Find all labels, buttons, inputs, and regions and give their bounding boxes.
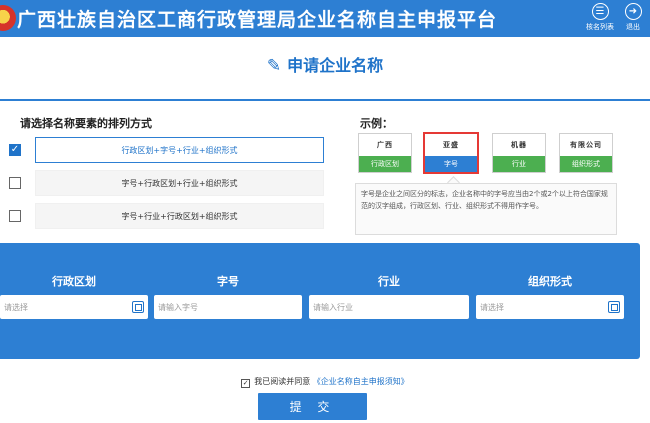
- arrangement-option-label-3[interactable]: 字号+行业+行政区划+组织形式: [35, 203, 324, 229]
- field-label-brand: 字号: [217, 275, 239, 288]
- site-title: 广西壮族自治区工商行政管理局企业名称自主申报平台: [17, 9, 498, 31]
- org-form-select-input[interactable]: [476, 295, 624, 320]
- example-card-org-form[interactable]: 有限公司 组织形式: [559, 133, 613, 173]
- field-brand: 字号: [154, 273, 302, 320]
- page-heading: ✎ 申请企业名称: [0, 52, 650, 76]
- example-label-brand: 字号: [425, 156, 477, 172]
- example-label-region: 行政区划: [359, 156, 411, 172]
- example-sample-org-form: 有限公司: [560, 134, 612, 156]
- logout-icon: ➜: [624, 3, 642, 20]
- agreement-link[interactable]: 《企业名称自主申报须知》: [313, 377, 409, 386]
- agreement-checkbox[interactable]: ✓: [241, 379, 251, 388]
- arrangement-option-1[interactable]: ✓ 行政区划+字号+行业+组织形式: [9, 137, 324, 163]
- page-title: 申请企业名称: [287, 56, 384, 75]
- arrangement-option-label-1[interactable]: 行政区划+字号+行业+组织形式: [35, 137, 324, 163]
- example-card-brand[interactable]: 亚盛 字号: [423, 132, 479, 174]
- region-select-input[interactable]: [0, 295, 148, 320]
- arrangement-option-label-2[interactable]: 字号+行政区划+行业+组织形式: [35, 170, 324, 196]
- field-region: 行政区划: [0, 273, 148, 320]
- arrangement-option-3[interactable]: 字号+行业+行政区划+组织形式: [9, 203, 324, 229]
- arrangement-option-2[interactable]: 字号+行政区划+行业+组织形式: [9, 170, 324, 196]
- field-label-industry: 行业: [378, 275, 400, 288]
- name-list-label: 核名列表: [586, 23, 614, 31]
- example-card-region[interactable]: 广西 行政区划: [358, 133, 412, 173]
- example-tip: 字号是企业之间区分的标志，企业名称中的字号应当由2个或2个以上符合国家规范的汉字…: [355, 183, 617, 235]
- top-header-bar: 广西壮族自治区工商行政管理局企业名称自主申报平台 ☰ 核名列表 ➜ 退出: [0, 0, 650, 37]
- field-org-form: 组织形式: [476, 273, 624, 320]
- section-divider: [0, 99, 650, 101]
- edit-icon: ✎: [266, 56, 282, 76]
- emblem-logo: [0, 5, 16, 31]
- example-label-industry: 行业: [493, 156, 545, 172]
- example-sample-industry: 机器: [493, 134, 545, 156]
- field-label-region: 行政区划: [52, 275, 96, 288]
- org-form-picker-icon[interactable]: [608, 301, 620, 313]
- arrangement-heading: 请选择名称要素的排列方式: [20, 117, 152, 130]
- logout-label: 退出: [626, 23, 640, 31]
- submit-button[interactable]: 提 交: [258, 393, 367, 420]
- field-label-org-form: 组织形式: [528, 275, 572, 288]
- field-industry: 行业: [309, 273, 469, 320]
- example-heading: 示例：: [360, 117, 393, 130]
- arrangement-checkbox-1[interactable]: ✓: [9, 144, 21, 156]
- name-form-panel: 行政区划 字号 行业 组织形式: [0, 243, 640, 359]
- region-picker-icon[interactable]: [132, 301, 144, 313]
- example-label-org-form: 组织形式: [560, 156, 612, 172]
- agreement-row: ✓ 我已阅读并同意 《企业名称自主申报须知》: [0, 376, 650, 388]
- brand-name-input[interactable]: [154, 295, 302, 320]
- example-sample-brand: 亚盛: [425, 134, 477, 156]
- list-icon: ☰: [591, 3, 609, 20]
- industry-input[interactable]: [309, 295, 469, 320]
- name-list-button[interactable]: ☰ 核名列表: [582, 3, 618, 32]
- agreement-text: 我已阅读并同意: [254, 377, 311, 386]
- arrangement-checkbox-2[interactable]: [9, 177, 21, 189]
- arrangement-checkbox-3[interactable]: [9, 210, 21, 222]
- logout-button[interactable]: ➜ 退出: [616, 3, 650, 32]
- example-sample-region: 广西: [359, 134, 411, 156]
- example-card-industry[interactable]: 机器 行业: [492, 133, 546, 173]
